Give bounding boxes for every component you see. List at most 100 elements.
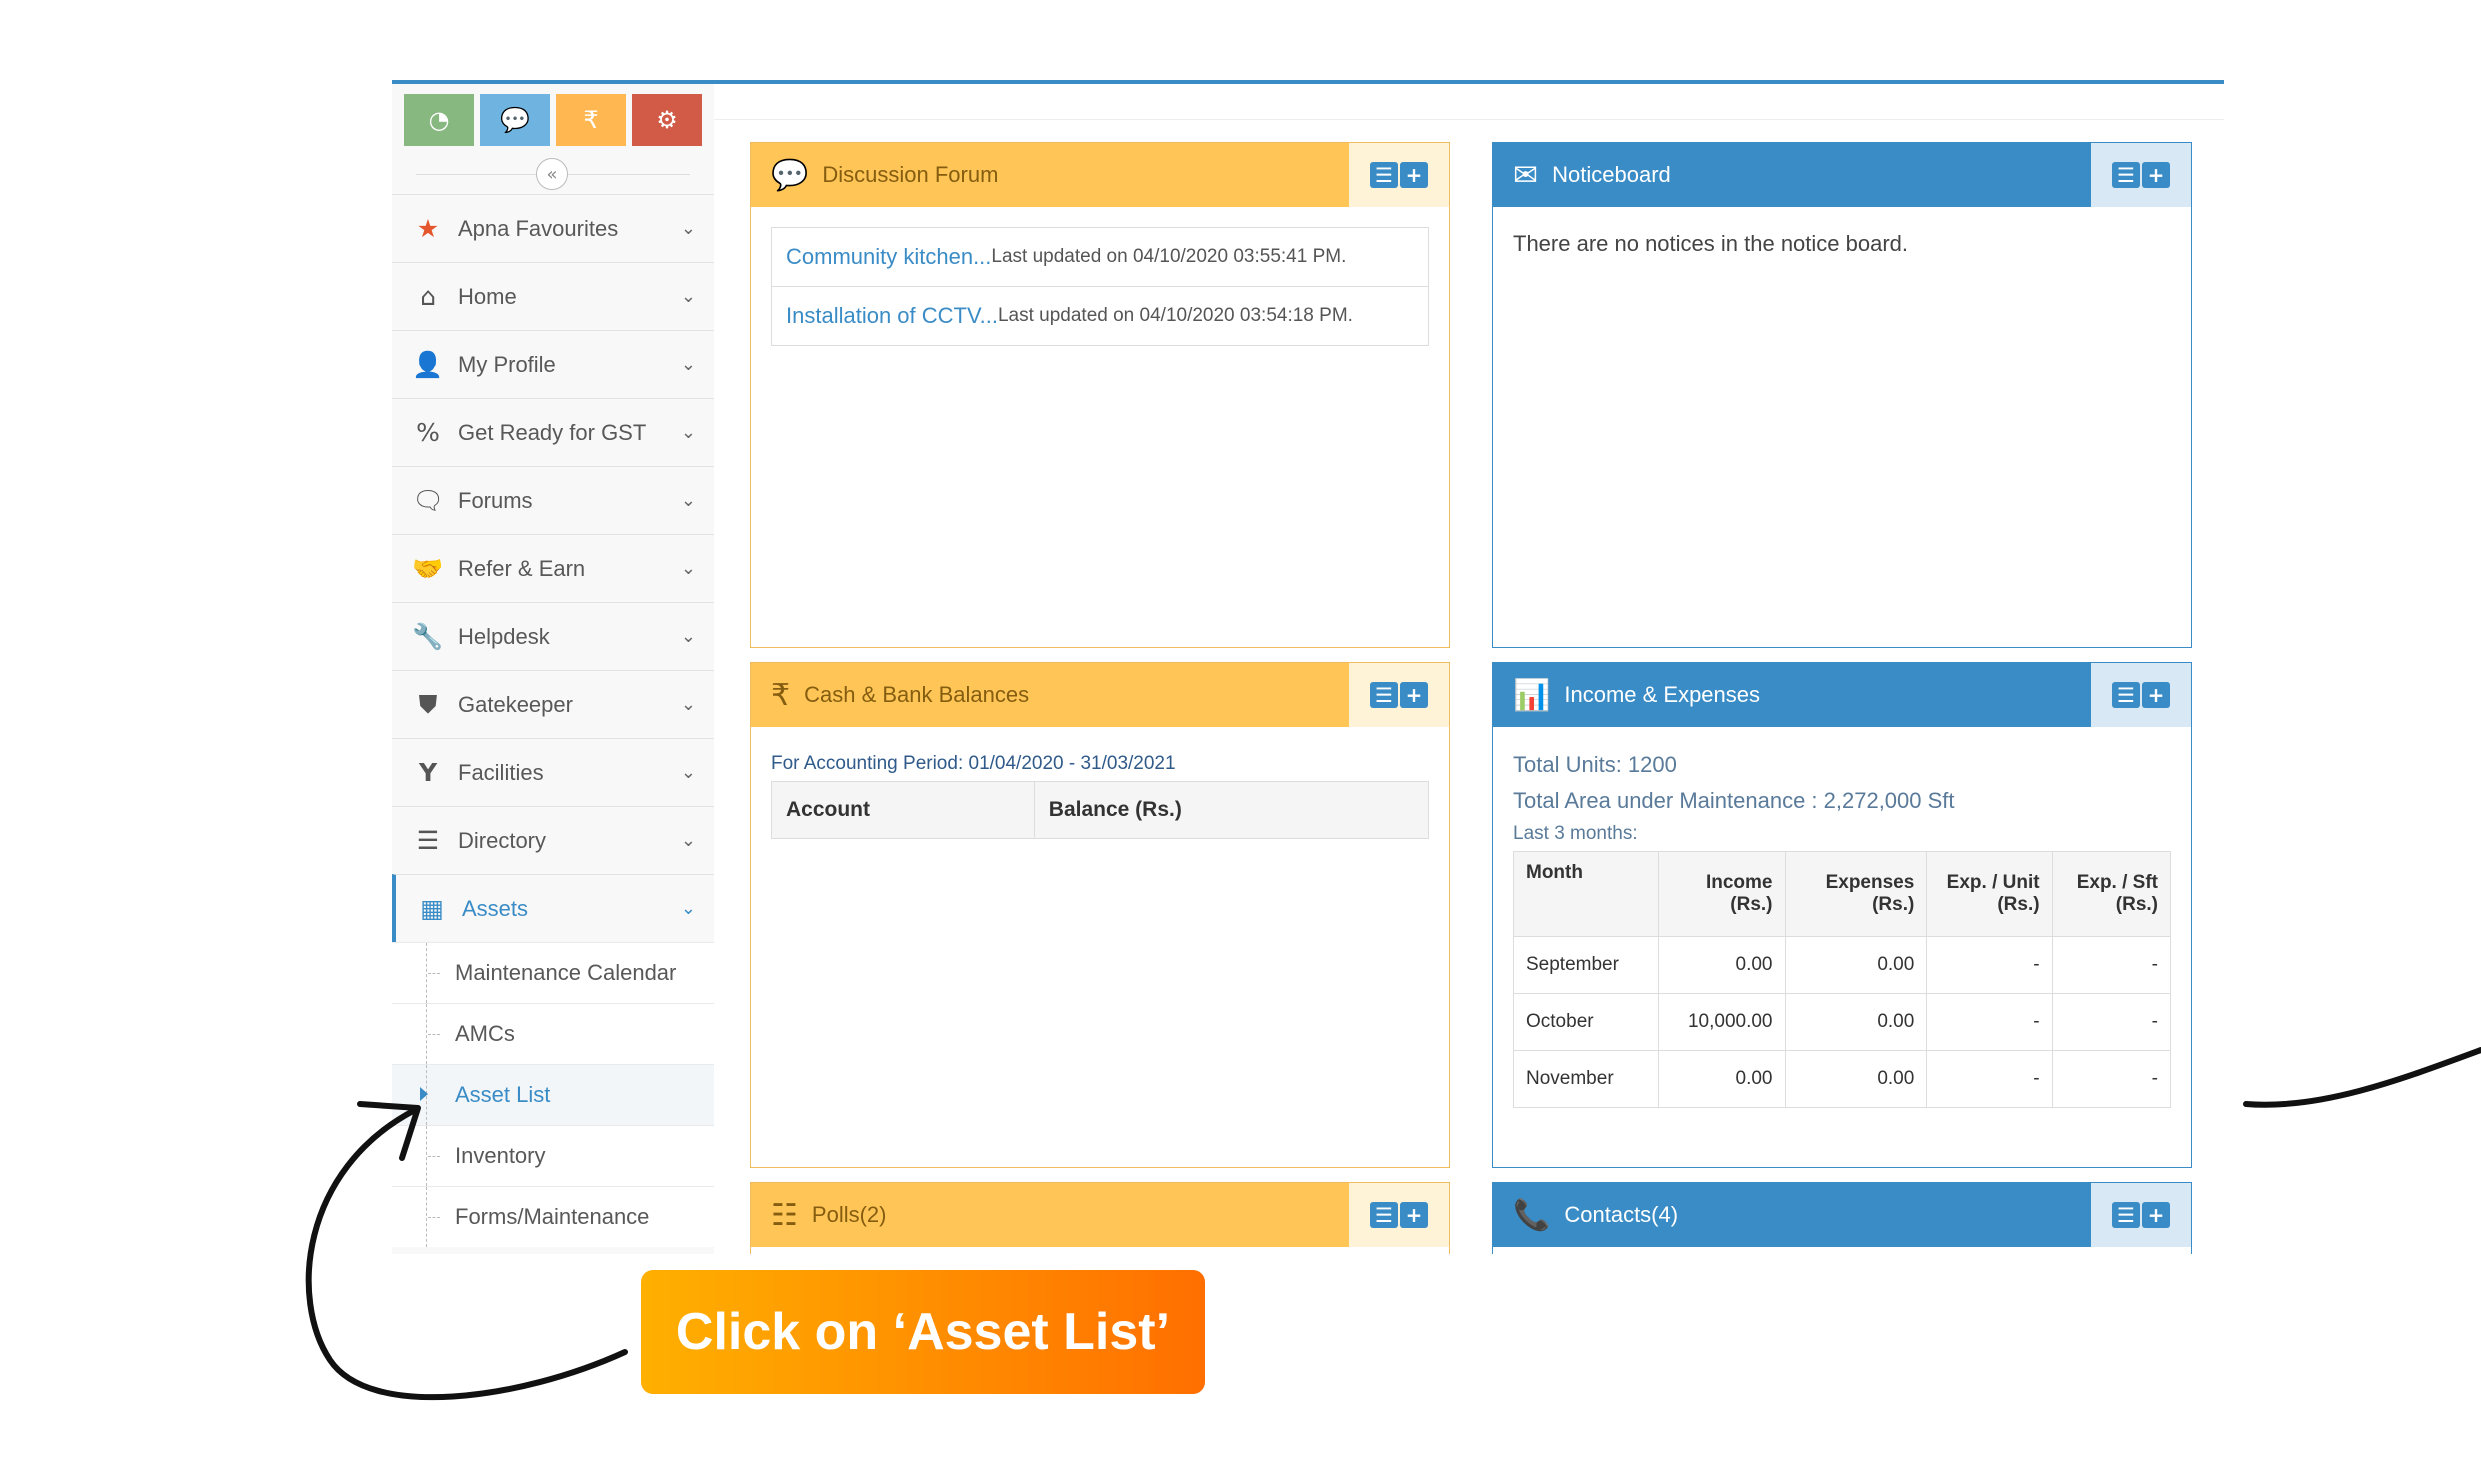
table-cell: - <box>2051 993 2172 1051</box>
widget-header: 📊 Income & Expenses ☰ + <box>1493 663 2191 727</box>
table-cell: September <box>1513 936 1659 994</box>
cash-bank-widget: ₹ Cash & Bank Balances ☰ + For Accountin… <box>750 662 1450 1168</box>
sidebar-item-gst[interactable]: % Get Ready for GST ⌄ <box>392 398 714 466</box>
chevron-down-icon: ⌄ <box>680 286 696 307</box>
add-icon[interactable]: + <box>2142 682 2170 708</box>
widget-tools: ☰ + <box>2091 1183 2191 1247</box>
list-icon: ☰ <box>416 826 440 855</box>
comments-icon: 🗨 <box>412 485 444 515</box>
star-icon: ★ <box>416 214 440 243</box>
sidebar-item-home[interactable]: ⌂ Home ⌄ <box>392 262 714 330</box>
widget-header: ☷ Polls(2) ☰ + <box>751 1183 1449 1247</box>
sidebar-item-refer-earn[interactable]: 🤝 Refer & Earn ⌄ <box>392 534 714 602</box>
widget-tools: ☰ + <box>1349 663 1449 727</box>
list-icon[interactable]: ☰ <box>1370 682 1398 708</box>
submenu-item-label: Maintenance Calendar <box>455 960 677 985</box>
tree-dash <box>428 1156 440 1157</box>
sidebar-item-label: Directory <box>458 827 547 853</box>
widget-tools: ☰ + <box>1349 1183 1449 1247</box>
sidebar-item-my-profile[interactable]: 👤 My Profile ⌄ <box>392 330 714 398</box>
chevron-down-icon: ⌄ <box>680 558 696 579</box>
add-icon[interactable]: + <box>1400 682 1428 708</box>
sidebar-item-label: Apna Favourites <box>458 215 619 241</box>
widget-header: ₹ Cash & Bank Balances ☰ + <box>751 663 1449 727</box>
submenu-item-maintenance-calendar[interactable]: Maintenance Calendar <box>392 942 714 1003</box>
sidebar-item-label: My Profile <box>458 351 556 377</box>
forum-list: Community kitchen... Last updated on 04/… <box>771 227 1429 346</box>
add-icon[interactable]: + <box>1400 162 1428 188</box>
widget-title: Income & Expenses <box>1564 682 1761 707</box>
collapse-sidebar-icon[interactable]: « <box>536 158 568 190</box>
add-icon[interactable]: + <box>1400 1202 1428 1228</box>
sidebar-item-apna-favourites[interactable]: ★ Apna Favourites ⌄ <box>392 194 714 262</box>
dashboard-icon[interactable]: ◔ <box>404 94 474 146</box>
table-cell: - <box>1926 993 2053 1051</box>
sidebar: ◔ 💬 ₹ ⚙ « ★ Apna Favourites ⌄ ⌂ Home ⌄ 👤… <box>392 84 715 1254</box>
sidebar-item-assets[interactable]: ▦ Assets ⌄ <box>392 874 714 942</box>
sidebar-item-label: Get Ready for GST <box>458 419 647 445</box>
rupee-icon: ₹ <box>771 677 791 713</box>
list-icon[interactable]: ☰ <box>1370 1202 1398 1228</box>
sidebar-item-label: Helpdesk <box>458 623 550 649</box>
tree-line <box>426 1126 427 1186</box>
table-cell: - <box>2051 1050 2172 1108</box>
forum-topic-meta: Last updated on 04/10/2020 03:54:18 PM. <box>997 305 1353 326</box>
sidebar-item-label: Facilities <box>458 759 544 785</box>
widget-title: Contacts(4) <box>1564 1202 1679 1227</box>
add-icon[interactable]: + <box>2142 162 2170 188</box>
total-units: Total Units: 1200 <box>1513 752 1677 777</box>
sidebar-item-label: Gatekeeper <box>458 691 573 717</box>
chevron-down-icon: ⌄ <box>680 218 696 239</box>
sidebar-item-facilities[interactable]: Y Facilities ⌄ <box>392 738 714 806</box>
table-header: Exp. / Sft (Rs.) <box>2051 851 2172 937</box>
widget-header: ✉ Noticeboard ☰ + <box>1493 143 2191 207</box>
list-icon[interactable]: ☰ <box>2112 162 2140 188</box>
sidebar-item-directory[interactable]: ☰ Directory ⌄ <box>392 806 714 874</box>
chevron-down-icon: ⌄ <box>680 762 696 783</box>
rupee-icon[interactable]: ₹ <box>556 94 626 146</box>
table-header-row: Account Balance (Rs.) <box>771 781 1430 839</box>
table-header: Income (Rs.) <box>1657 851 1786 937</box>
assets-submenu: Maintenance Calendar AMCs Asset List Inv… <box>392 942 714 1247</box>
submenu-item-asset-list[interactable]: Asset List <box>392 1064 714 1125</box>
table-header: Balance (Rs.) <box>1033 781 1430 839</box>
table-cell: 0.00 <box>1784 936 1928 994</box>
cogs-icon[interactable]: ⚙ <box>632 94 702 146</box>
sidebar-item-gatekeeper[interactable]: ⛊ Gatekeeper ⌄ <box>392 670 714 738</box>
tree-line <box>426 1187 427 1247</box>
add-icon[interactable]: + <box>2142 1202 2170 1228</box>
forum-topic-link[interactable]: Installation of CCTV... <box>786 303 998 329</box>
table-cell: - <box>1926 936 2053 994</box>
sidebar-collapse-row: « <box>392 146 714 194</box>
last-months-label: Last 3 months: <box>1513 823 1638 844</box>
chevron-down-icon: ⌄ <box>680 422 696 443</box>
submenu-item-label: AMCs <box>455 1021 515 1046</box>
table-cell: 0.00 <box>1657 936 1786 994</box>
tree-line <box>426 1004 427 1064</box>
comments-icon: 💬 <box>771 157 809 193</box>
forum-topic-meta: Last updated on 04/10/2020 03:55:41 PM. <box>991 246 1347 267</box>
widget-header: 📞 Contacts(4) ☰ + <box>1493 1183 2191 1247</box>
chevron-down-icon: ⌄ <box>680 626 696 647</box>
list-icon[interactable]: ☰ <box>1370 162 1398 188</box>
submenu-item-amcs[interactable]: AMCs <box>392 1003 714 1064</box>
list-icon[interactable]: ☰ <box>2112 1202 2140 1228</box>
table-header-row: Month Income (Rs.) Expenses (Rs.) Exp. /… <box>1513 851 2172 937</box>
table-row: September 0.00 0.00 - - <box>1513 936 2172 994</box>
chat-icon[interactable]: 💬 <box>480 94 550 146</box>
sidebar-item-helpdesk[interactable]: 🔧 Helpdesk ⌄ <box>392 602 714 670</box>
table-cell: 0.00 <box>1784 1050 1928 1108</box>
table-header: Month <box>1513 851 1659 937</box>
sidebar-item-label: Assets <box>462 895 529 921</box>
forum-topic-link[interactable]: Community kitchen... <box>786 244 991 270</box>
list-icon[interactable]: ☰ <box>2112 682 2140 708</box>
submenu-item-forms-maintenance[interactable]: Forms/Maintenance <box>392 1186 714 1247</box>
divider <box>714 119 2224 120</box>
chevron-down-icon: ⌄ <box>680 490 696 511</box>
main-content: 💬 Discussion Forum ☰ + Community kitchen… <box>714 84 2224 1254</box>
shield-icon: ⛊ <box>418 689 438 719</box>
submenu-item-inventory[interactable]: Inventory <box>392 1125 714 1186</box>
list-item: Community kitchen... Last updated on 04/… <box>772 228 1428 286</box>
sidebar-item-forums[interactable]: 🗨 Forums ⌄ <box>392 466 714 534</box>
table-cell: - <box>1926 1050 2053 1108</box>
